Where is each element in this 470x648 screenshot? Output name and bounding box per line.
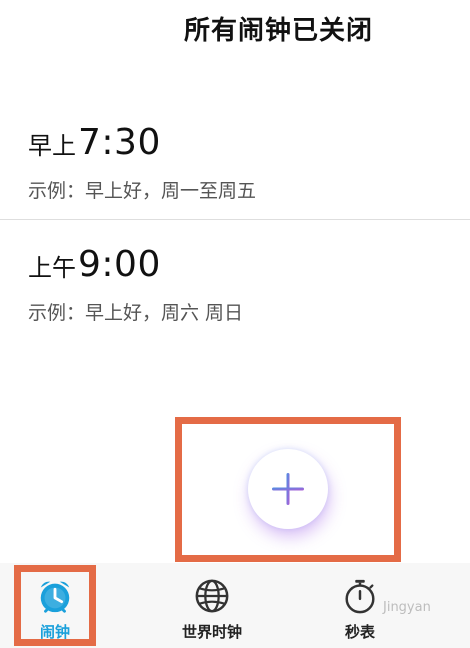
- alarm-description: 示例：早上好，周一至周五: [28, 180, 257, 202]
- alarm-time: 7:30: [78, 122, 161, 163]
- alarm-description: 示例：早上好，周六 周日: [28, 302, 244, 324]
- stopwatch-icon: [345, 579, 375, 614]
- tab-highlight: [14, 565, 96, 646]
- alarm-time: 9:00: [78, 244, 161, 285]
- alarm-period: 上午: [28, 254, 76, 282]
- tab-label: 秒表: [344, 623, 375, 641]
- alarm-item[interactable]: 上午 9:00 示例：早上好，周六 周日: [0, 240, 470, 340]
- page-title: 所有闹钟已关闭: [184, 16, 374, 46]
- watermark: Jingyan: [383, 600, 431, 615]
- add-alarm-button[interactable]: [248, 449, 328, 529]
- alarm-item[interactable]: 早上 7:30 示例：早上好，周一至周五: [0, 118, 470, 220]
- plus-icon: [272, 473, 304, 505]
- alarm-time-row: 早上 7:30: [28, 122, 161, 163]
- globe-icon: [195, 579, 229, 613]
- alarm-time-row: 上午 9:00: [28, 244, 161, 285]
- alarm-period: 早上: [28, 132, 76, 160]
- tab-label: 世界时钟: [181, 623, 242, 641]
- tab-world-clock[interactable]: 世界时钟: [152, 563, 272, 648]
- header: 所有闹钟已关闭: [0, 0, 470, 60]
